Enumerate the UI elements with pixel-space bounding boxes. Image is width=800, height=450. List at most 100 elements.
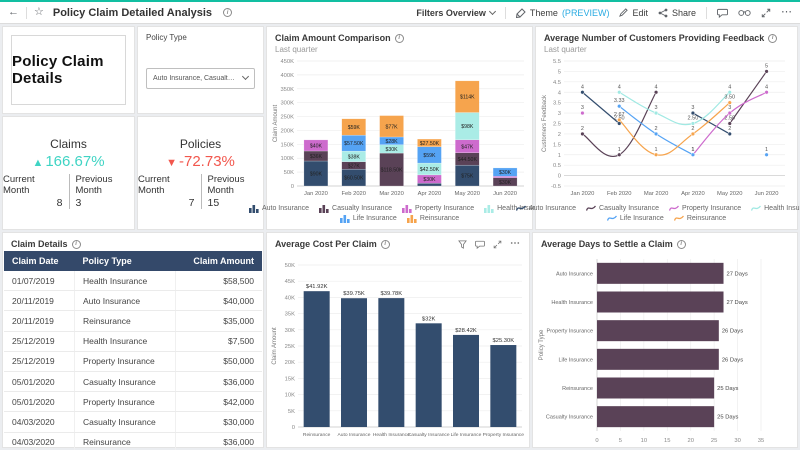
bar[interactable] (597, 406, 714, 427)
legend-item[interactable]: Auto Insurance (516, 204, 576, 213)
data-point[interactable] (728, 122, 732, 126)
legend-label: Life Insurance (620, 215, 664, 222)
chart-text: Property Insurance (547, 329, 593, 335)
bar-segment[interactable] (493, 176, 517, 177)
data-point[interactable] (691, 153, 695, 157)
table-column-header[interactable]: Claim Date (4, 251, 74, 271)
series-line[interactable] (730, 71, 767, 123)
data-point[interactable] (765, 153, 769, 157)
info-icon[interactable]: i (768, 34, 777, 43)
bar[interactable] (416, 323, 442, 427)
chart-text: $32K (422, 316, 436, 322)
legend-item[interactable]: Reinsurance (407, 214, 459, 223)
table-cell: 20/11/2019 (4, 291, 74, 311)
theme-button[interactable]: Theme (PREVIEW) (516, 8, 610, 18)
info-icon[interactable]: i (223, 8, 232, 17)
more-button[interactable]: ⋯ (781, 7, 792, 18)
data-point[interactable] (765, 70, 769, 74)
data-point[interactable] (581, 132, 585, 136)
table-row[interactable]: 04/03/2020Reinsurance$36,000 (4, 432, 262, 450)
edit-button[interactable]: Edit (619, 8, 648, 18)
fullscreen-button[interactable] (761, 8, 771, 18)
legend-label: Health Insurance (764, 205, 800, 212)
legend-item[interactable]: Auto Insurance (249, 204, 309, 213)
table-row[interactable]: 20/11/2019Reinsurance$35,000 (4, 311, 262, 331)
more-icon[interactable]: ⋯ (510, 242, 521, 246)
table-row[interactable]: 04/03/2020Casualty Insurance$30,000 (4, 412, 262, 432)
table-row[interactable]: 05/01/2020Casualty Insurance$36,000 (4, 371, 262, 391)
data-point[interactable] (691, 132, 695, 136)
share-button[interactable]: Share (658, 8, 696, 18)
table-row[interactable]: 25/12/2019Property Insurance$50,000 (4, 351, 262, 371)
data-point[interactable] (617, 90, 621, 94)
chart-text: 30 (734, 438, 740, 444)
table-row[interactable]: 25/12/2019Health Insurance$7,500 (4, 331, 262, 351)
favorite-button[interactable]: ☆ (34, 7, 44, 18)
data-point[interactable] (654, 132, 658, 136)
legend-item[interactable]: Life Insurance (340, 214, 397, 223)
bar[interactable] (304, 291, 330, 427)
table-cell: 04/03/2020 (4, 432, 74, 450)
bar[interactable] (597, 292, 724, 313)
data-point[interactable] (691, 122, 695, 126)
data-point[interactable] (654, 153, 658, 157)
info-icon[interactable]: i (677, 240, 686, 249)
chart-text: Jun 2020 (755, 191, 779, 197)
bar[interactable] (490, 345, 516, 427)
info-icon[interactable]: i (72, 240, 81, 249)
data-point[interactable] (654, 111, 658, 115)
legend-item[interactable]: Life Insurance (607, 214, 664, 223)
legend-item[interactable]: Casualty Insurance (586, 204, 659, 213)
table-row[interactable]: 05/01/2020Property Insurance$42,000 (4, 392, 262, 412)
filter-icon[interactable] (458, 240, 467, 249)
legend-item[interactable]: Casualty Insurance (319, 204, 392, 213)
chart-text: 2.50 (688, 116, 699, 122)
comment-icon (717, 8, 728, 18)
data-point[interactable] (728, 90, 732, 94)
info-icon[interactable]: i (381, 240, 390, 249)
data-point[interactable] (691, 111, 695, 115)
data-point[interactable] (617, 104, 621, 108)
table-row[interactable]: 01/07/2019Health Insurance$58,500 (4, 271, 262, 291)
data-point[interactable] (617, 153, 621, 157)
info-icon[interactable]: i (395, 34, 404, 43)
data-point[interactable] (728, 101, 732, 105)
policy-type-dropdown[interactable]: Auto Insurance, Casualty Insurance, Heal… (146, 68, 255, 89)
table-column-header[interactable]: Policy Type (74, 251, 175, 271)
legend-item[interactable]: Property Insurance (669, 204, 741, 213)
bar[interactable] (341, 298, 367, 427)
chart-text: Reinsurance (562, 386, 593, 392)
bar[interactable] (597, 349, 719, 370)
bar-segment[interactable] (417, 183, 441, 186)
table-column-header[interactable]: Claim Amount (176, 251, 262, 271)
comments-button[interactable] (717, 8, 728, 18)
maximize-icon[interactable] (493, 240, 502, 249)
bar[interactable] (597, 263, 724, 284)
views-button[interactable] (738, 8, 751, 17)
data-point[interactable] (728, 132, 732, 136)
data-point[interactable] (617, 118, 621, 122)
bar[interactable] (597, 320, 719, 341)
bar[interactable] (597, 378, 714, 399)
comment-icon[interactable] (475, 240, 485, 249)
chart-title: Claim Amount Comparison (275, 33, 391, 43)
data-point[interactable] (765, 90, 769, 94)
bar[interactable] (453, 335, 479, 427)
back-button[interactable]: ← (8, 7, 19, 18)
legend-item[interactable]: Property Insurance (402, 204, 474, 213)
data-point[interactable] (728, 111, 732, 115)
policies-kpi-title: Policies (180, 137, 221, 151)
data-point[interactable] (654, 90, 658, 94)
legend-item[interactable]: Reinsurance (674, 214, 726, 223)
legend-item[interactable]: Health Insurance (751, 204, 800, 213)
bar[interactable] (378, 298, 404, 427)
series-line[interactable] (619, 103, 730, 155)
line-series-icon (674, 214, 684, 223)
table-row[interactable]: 20/11/2019Auto Insurance$40,000 (4, 291, 262, 311)
chart-text: 20 (687, 438, 693, 444)
data-point[interactable] (581, 111, 585, 115)
chart-text: 2 (728, 126, 731, 132)
chart-text: $28.42K (455, 328, 477, 334)
data-point[interactable] (581, 90, 585, 94)
filters-overview-button[interactable]: Filters Overview (416, 8, 495, 18)
